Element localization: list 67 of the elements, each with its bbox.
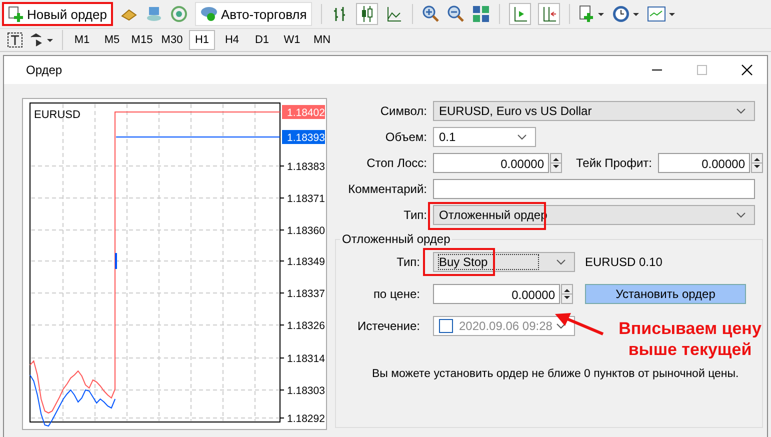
timeframe-button[interactable]: H4: [219, 30, 245, 50]
field-label: Тип:: [402, 208, 427, 222]
spinner-icon[interactable]: [561, 284, 573, 304]
price-axis-label: 1.18383: [287, 161, 325, 173]
new-order-button[interactable]: Новый ордер: [2, 2, 113, 26]
take-profit-field[interactable]: 0.00000: [658, 153, 750, 173]
candlestick-icon[interactable]: [356, 3, 378, 25]
comment-field[interactable]: [433, 179, 755, 199]
text-tool-icon[interactable]: [6, 31, 24, 49]
price-axis-label: 1.18303: [287, 385, 325, 397]
line-chart-icon[interactable]: [384, 5, 403, 23]
price-axis-label: 1.18326: [287, 320, 325, 332]
spinner-icon[interactable]: [550, 153, 562, 173]
chevron-icon: [736, 212, 746, 218]
chart-shift-icon[interactable]: [508, 3, 531, 25]
annotation-arrow: [555, 312, 605, 336]
group-title: Отложенный ордер: [341, 232, 452, 246]
chevron-icon: [556, 259, 566, 265]
price-axis-label: 1.18349: [287, 256, 325, 268]
price-axis-label: 1.18337: [287, 288, 325, 300]
field-label: Объем:: [384, 130, 427, 144]
distance-note: Вы можете установить ордер не ближе 0 пунктов от рыночной цены.: [372, 368, 740, 380]
autoscroll-icon[interactable]: [538, 3, 560, 25]
timeframe-button[interactable]: H1: [189, 30, 215, 50]
tile-windows-icon[interactable]: [472, 5, 490, 23]
new-order-icon: [8, 6, 24, 22]
chevron-icon: [556, 323, 566, 329]
field-label: Символ:: [379, 104, 427, 118]
chevron-icon: [736, 108, 746, 114]
field-label: по цене:: [372, 287, 420, 301]
timeframe-button[interactable]: W1: [279, 30, 305, 50]
zoom-in-icon[interactable]: [422, 5, 440, 23]
price-axis-label: 1.18360: [287, 225, 325, 237]
window-title: Ордер: [26, 63, 62, 77]
ask-price-label: 1.18402: [282, 105, 325, 119]
templates-icon[interactable]: [646, 5, 675, 23]
clock-icon[interactable]: [612, 5, 640, 23]
chevron-icon: [517, 134, 527, 140]
arrows-tool-icon[interactable]: [28, 31, 56, 49]
field-label: Тейк Профит:: [576, 156, 652, 170]
field-label: Комментарий:: [347, 182, 427, 196]
symbol-dropdown[interactable]: EURUSD, Euro vs US Dollar: [433, 101, 755, 121]
timeframe-button[interactable]: MN: [309, 30, 335, 50]
field-label: Стоп Лосс:: [366, 156, 427, 170]
stop-loss-field[interactable]: 0.00000: [433, 153, 549, 173]
auto-trading-button[interactable]: Авто-торговля: [194, 2, 312, 26]
volume-dropdown[interactable]: 0.1: [433, 127, 536, 147]
zoom-out-icon[interactable]: [446, 5, 465, 23]
timeframe-button[interactable]: M1: [69, 30, 95, 50]
timeframe-button[interactable]: D1: [249, 30, 275, 50]
close-icon[interactable]: [741, 64, 753, 76]
field-label: Истечение:: [356, 319, 420, 333]
pending-type-dropdown[interactable]: Buy Stop: [433, 252, 575, 272]
bid-price-label: 1.18393: [282, 130, 325, 144]
chart-symbol: EURUSD: [34, 109, 80, 121]
timeframe-button[interactable]: M5: [99, 30, 125, 50]
annotation-text: Вписываем цену выше текущей: [618, 318, 762, 360]
price-axis-label: 1.18314: [287, 353, 325, 365]
price-axis-label: 1.18371: [287, 193, 325, 205]
place-order-button[interactable]: Установить ордер: [585, 284, 746, 304]
lot-info: EURUSD 0.10: [585, 255, 662, 269]
price-field[interactable]: 0.00000: [433, 284, 560, 304]
timeframe-button[interactable]: M15: [129, 30, 155, 50]
spinner-icon[interactable]: [751, 153, 763, 173]
timeframe-button[interactable]: M30: [159, 30, 185, 50]
price-axis-label: 1.18292: [287, 413, 325, 425]
field-label: Тип:: [396, 255, 420, 269]
